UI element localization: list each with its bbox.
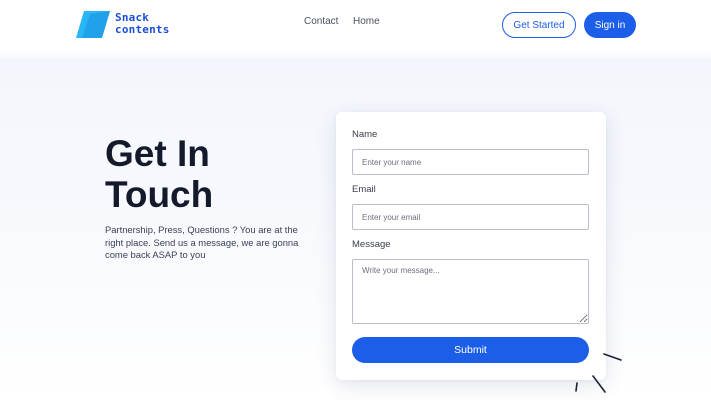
brand-name-line2: contents xyxy=(115,23,170,36)
parallelogram-logo-icon xyxy=(76,11,110,38)
page-title: Get In Touch xyxy=(105,133,305,215)
brand-name: Snack contents xyxy=(115,12,170,36)
sparkle-lines-icon xyxy=(575,353,622,393)
sign-in-button[interactable]: Sign in xyxy=(584,12,636,38)
brand-logo[interactable]: Snack contents xyxy=(76,11,176,39)
message-textarea[interactable] xyxy=(352,259,589,324)
hero-description: Partnership, Press, Questions ? You are … xyxy=(105,224,299,260)
get-started-button[interactable]: Get Started xyxy=(502,12,576,38)
email-label: Email xyxy=(352,184,376,195)
name-input[interactable] xyxy=(352,149,589,175)
nav-link-home[interactable]: Home xyxy=(353,16,380,27)
name-label: Name xyxy=(352,129,378,140)
site-header: Snack contents Contact Home Get Started … xyxy=(0,0,711,50)
page-title-line1: Get In xyxy=(105,133,210,174)
contact-form-card: Name Email Message Submit xyxy=(336,112,606,380)
submit-button[interactable]: Submit xyxy=(352,337,589,363)
nav-link-contact[interactable]: Contact xyxy=(304,16,338,27)
message-label: Message xyxy=(352,239,391,250)
page-title-line2: Touch xyxy=(105,174,214,215)
email-input[interactable] xyxy=(352,204,589,230)
